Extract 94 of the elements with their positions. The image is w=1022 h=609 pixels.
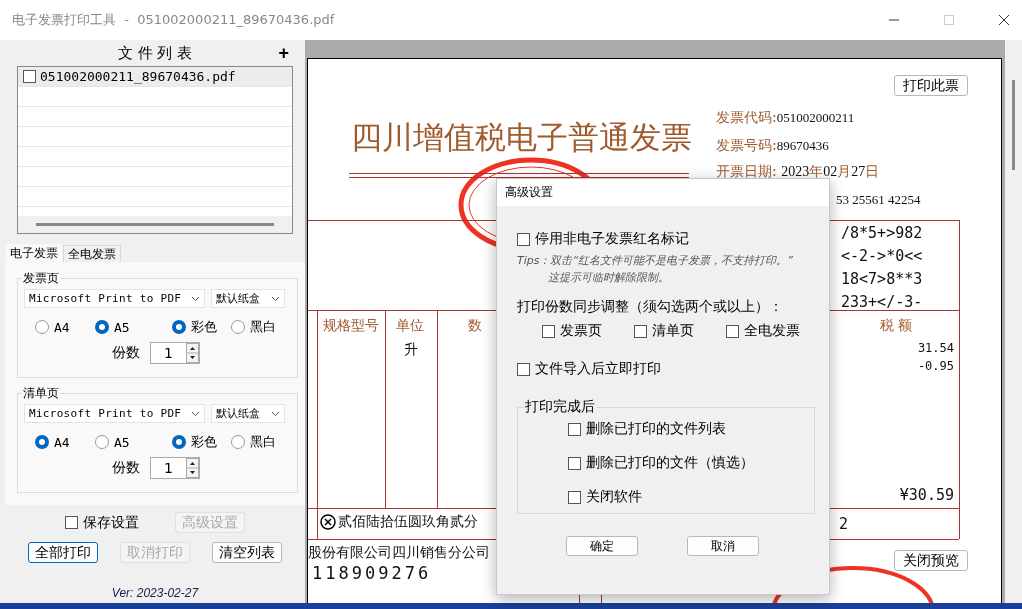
- tips-text: Tips：双击“红名文件可能不是电子发票，不支持打印。”: [517, 253, 794, 269]
- cipher-text: <-2->*0<<: [841, 247, 923, 265]
- checkbox-label: 关闭软件: [586, 488, 642, 506]
- checkbox-label: 文件导入后立即打印: [535, 360, 661, 378]
- column-header: 数: [468, 317, 482, 333]
- table-cell: 2: [839, 515, 849, 533]
- sync-label: 打印份数同步调整（须勾选两个或以上）：: [517, 298, 784, 316]
- radio-button[interactable]: [231, 320, 245, 334]
- amount-in-words: 贰佰陆拾伍圆玖角贰分: [320, 513, 478, 531]
- file-row[interactable]: 051002000211_89670436.pdf: [18, 67, 292, 87]
- table-cell: 升: [404, 342, 418, 357]
- cipher-text: 18<7>8**3: [841, 270, 923, 288]
- group-title: 发票页: [22, 270, 60, 287]
- scrollbar-thumb[interactable]: [36, 223, 274, 226]
- radio-label: 彩色: [191, 433, 217, 451]
- check-code: 53 25561 42254: [836, 192, 921, 207]
- save-settings-label: 保存设置: [83, 513, 139, 532]
- seller-tax-number: 118909276: [312, 563, 432, 583]
- dialog-button[interactable]: 确定: [566, 536, 638, 556]
- radio-button[interactable]: [172, 435, 186, 449]
- radio-button[interactable]: [172, 320, 186, 334]
- column-header: 规格型号: [323, 317, 379, 333]
- chevron-down-icon: [191, 410, 200, 417]
- checkbox[interactable]: [23, 70, 36, 83]
- radio-label: 黑白: [250, 433, 276, 451]
- radio-label: 彩色: [191, 318, 217, 336]
- checkbox[interactable]: [568, 490, 581, 504]
- invoice-info: 发票号码:89670436: [716, 136, 829, 154]
- radio-label: A5: [114, 434, 130, 450]
- chevron-down-icon: [191, 295, 200, 302]
- radio-label: A5: [114, 319, 130, 335]
- chevron-down-icon: [271, 295, 280, 302]
- printer-select[interactable]: Microsoft Print to PDF: [24, 289, 205, 308]
- invoice-title: 四川增值税电子普通发票: [351, 119, 692, 155]
- chevron-down-icon: [271, 410, 280, 417]
- table-cell: -0.95: [917, 359, 954, 373]
- radio-label: 黑白: [250, 318, 276, 336]
- group-title: 清单页: [22, 385, 60, 402]
- cross-circle-icon: [320, 514, 336, 530]
- checkbox[interactable]: [634, 324, 647, 338]
- tray-select[interactable]: 默认纸盒: [211, 404, 285, 423]
- tab[interactable]: 电子发票: [5, 243, 63, 262]
- print-invoice-button[interactable]: 打印此票: [894, 75, 968, 96]
- action-button[interactable]: 清空列表: [212, 542, 282, 563]
- radio-button[interactable]: [35, 320, 49, 334]
- checkbox[interactable]: [568, 422, 581, 436]
- dialog-title: 高级设置: [505, 184, 553, 201]
- radio-button[interactable]: [231, 435, 245, 449]
- spin-arrows-icon[interactable]: [186, 458, 199, 478]
- radio-button[interactable]: [95, 320, 109, 334]
- checkbox-label: 清单页: [652, 322, 694, 340]
- total-amount: ¥30.59: [899, 486, 954, 504]
- copies-spinner[interactable]: 1: [150, 342, 200, 364]
- spin-arrows-icon[interactable]: [186, 343, 199, 363]
- radio-button[interactable]: [35, 435, 49, 449]
- column-header: 单位: [396, 317, 424, 333]
- checkbox[interactable]: [542, 324, 555, 338]
- file-list-title: 文 件 列 表: [117, 43, 193, 63]
- radio-label: A4: [54, 434, 70, 450]
- tab[interactable]: 全电发票: [63, 245, 121, 262]
- copies-label: 份数: [112, 459, 140, 477]
- checkbox[interactable]: [517, 232, 530, 246]
- invoice-info: 发票代码:051002000211: [716, 108, 855, 126]
- checkbox-label: 全电发票: [744, 322, 800, 340]
- tips-text: 这提示可临时解除限制。: [547, 270, 670, 286]
- add-button[interactable]: +: [278, 44, 289, 62]
- cipher-text: /8*5+>982: [841, 224, 923, 242]
- group-title: 打印完成后: [524, 398, 596, 416]
- checkbox-label: 发票页: [560, 322, 602, 340]
- action-button[interactable]: 全部打印: [28, 542, 98, 563]
- copies-spinner[interactable]: 1: [150, 457, 200, 479]
- checkbox[interactable]: [726, 324, 739, 338]
- checkbox-label: 删除已打印的文件列表: [586, 420, 726, 438]
- checkbox-label: 删除已打印的文件（慎选）: [586, 454, 754, 472]
- checkbox[interactable]: [568, 456, 581, 470]
- checkbox[interactable]: [517, 362, 530, 376]
- copies-label: 份数: [112, 344, 140, 362]
- checkbox[interactable]: [65, 516, 78, 529]
- table-cell: 31.54: [917, 341, 954, 355]
- close-icon[interactable]: [998, 14, 1010, 26]
- invoice-date: 开票日期: 2023年02月 27日: [716, 162, 880, 180]
- column-header: 税 额: [880, 317, 913, 333]
- checkbox-label: 停用非电子发票红名标记: [535, 230, 689, 248]
- close-preview-button[interactable]: 关闭预览: [894, 550, 968, 571]
- dialog-button[interactable]: 取消: [687, 536, 759, 556]
- radio-label: A4: [54, 319, 70, 335]
- window-title: 电子发票打印工具 - 051002000211_89670436.pdf: [12, 11, 336, 29]
- tray-select[interactable]: 默认纸盒: [211, 289, 285, 308]
- radio-button[interactable]: [95, 435, 109, 449]
- scrollbar-thumb[interactable]: [1012, 80, 1015, 170]
- version-text: Ver: 2023-02-27: [111, 586, 199, 600]
- printer-select[interactable]: Microsoft Print to PDF: [24, 404, 205, 423]
- cipher-text: 233+</-3-: [841, 293, 923, 311]
- seller-name: 股份有限公司四川销售分公司: [308, 545, 490, 560]
